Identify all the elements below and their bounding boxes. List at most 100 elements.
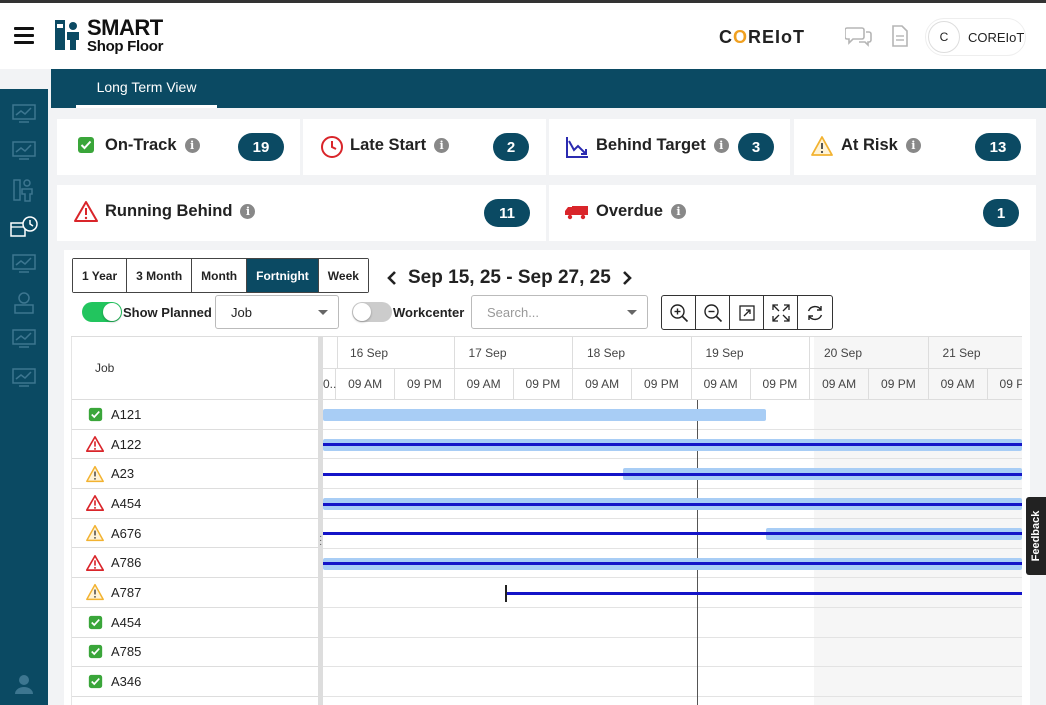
row-gridline [323, 606, 1022, 608]
actual-bar[interactable] [507, 591, 1022, 595]
sidebar-trends-icon[interactable] [11, 367, 37, 389]
user-menu[interactable]: C COREIoT [925, 18, 1026, 56]
range-fortnight[interactable]: Fortnight [247, 259, 319, 292]
info-icon[interactable]: i [670, 204, 686, 219]
status-card-overdue[interactable]: Overdue i 1 [549, 185, 1036, 241]
status-label: At Risk [841, 136, 898, 154]
app-header: SMART Shop Floor COREIoT C COREIoT [0, 3, 1046, 69]
table-row[interactable]: A786 [72, 548, 318, 579]
actual-bar[interactable] [323, 532, 1022, 536]
status-count: 3 [738, 133, 774, 161]
workcenter-label: Workcenter [393, 305, 465, 320]
info-icon[interactable]: i [434, 138, 450, 153]
sidebar-monitor-icon[interactable] [11, 140, 37, 162]
warning-outline-icon [811, 136, 833, 156]
planned-bar[interactable] [323, 409, 766, 421]
time-header: 09 PM [632, 369, 692, 400]
status-icon [86, 554, 104, 572]
gantt-panel: 1 Year 3 Month Month Fortnight Week Sep … [64, 250, 1030, 705]
menu-icon[interactable] [14, 27, 34, 45]
chevron-left-icon[interactable] [380, 270, 404, 286]
info-icon[interactable]: i [905, 138, 921, 153]
fit-icon[interactable] [730, 296, 764, 329]
info-icon[interactable]: i [240, 204, 256, 219]
workcenter-toggle[interactable] [352, 302, 392, 322]
actual-bar[interactable] [323, 502, 1022, 506]
time-header: 09 AM [928, 369, 988, 400]
table-row[interactable]: A346 [72, 667, 318, 697]
job-id: A454 [111, 614, 142, 630]
info-icon[interactable]: i [713, 138, 729, 153]
chat-icon[interactable] [845, 25, 873, 47]
row-gridline [323, 636, 1022, 638]
job-id: A23 [111, 466, 135, 482]
chevron-right-icon[interactable] [615, 270, 639, 286]
clock-icon [321, 136, 343, 158]
job-id: A121 [111, 406, 142, 422]
date-navigator: Sep 15, 25 - Sep 27, 25 [380, 267, 639, 289]
zoom-out-icon[interactable] [696, 296, 730, 329]
table-row[interactable]: A454 [72, 489, 318, 519]
warning-red-icon [86, 436, 104, 452]
actual-bar[interactable] [323, 472, 1022, 476]
job-id: A122 [111, 436, 142, 452]
job-list: Job A121 A122 A23 A454 A676 A786 A787 A454 A785 A… [71, 337, 318, 705]
status-count: 11 [484, 199, 530, 227]
range-week[interactable]: Week [318, 259, 368, 292]
sidebar-dashboard-icon[interactable] [11, 103, 37, 125]
refresh-icon[interactable] [798, 296, 832, 329]
table-row[interactable]: A785 [72, 638, 318, 668]
table-row[interactable]: A122 [72, 430, 318, 460]
table-row[interactable]: A121 [72, 400, 318, 430]
avatar: C [928, 21, 960, 53]
time-header: 09 PM [869, 369, 929, 400]
sidebar-operator-icon[interactable] [11, 290, 37, 316]
table-row[interactable]: A676 [72, 519, 318, 549]
sidebar-shopfloor-icon[interactable] [11, 177, 37, 203]
status-card-on-track[interactable]: On-Track i 19 [57, 119, 300, 175]
warning-outline-icon [86, 465, 104, 482]
search-input[interactable]: Search... [471, 295, 648, 329]
feedback-button[interactable]: Feedback [1026, 497, 1046, 575]
sidebar-schedule-icon[interactable] [9, 215, 39, 239]
status-card-late-start[interactable]: Late Start i 2 [303, 119, 546, 175]
check-square-icon [88, 615, 102, 629]
actual-bar[interactable] [323, 562, 1022, 565]
status-card-running-behind[interactable]: Running Behind i 11 [57, 185, 546, 241]
zoom-in-icon[interactable] [662, 296, 696, 329]
range-month[interactable]: Month [192, 259, 248, 292]
status-label: On-Track [105, 136, 177, 154]
time-header: 0.. [323, 369, 336, 400]
status-card-behind-target[interactable]: Behind Target i 3 [549, 119, 790, 175]
status-label: Behind Target [596, 136, 706, 154]
actual-bar[interactable] [323, 443, 1022, 447]
fullscreen-icon[interactable] [764, 296, 798, 329]
status-card-at-risk[interactable]: At Risk i 13 [794, 119, 1036, 175]
status-label: Late Start [350, 136, 427, 154]
sidebar-user-icon[interactable] [14, 673, 34, 695]
drag-handle-icon[interactable]: · · · [319, 532, 322, 550]
warning-red-icon [74, 201, 98, 222]
time-header: 09 PM [513, 369, 573, 400]
status-icon [86, 435, 104, 453]
day-header: 17 Sep [454, 337, 573, 369]
logo-title: SMART [87, 14, 163, 40]
document-icon[interactable] [891, 24, 909, 48]
info-icon[interactable]: i [184, 138, 200, 153]
table-row[interactable]: A787 [72, 578, 318, 608]
status-icon [86, 494, 104, 512]
sidebar-analytics-icon[interactable] [11, 253, 37, 275]
status-icon [86, 524, 104, 542]
table-row[interactable]: A454 [72, 608, 318, 638]
range-3-month[interactable]: 3 Month [127, 259, 193, 292]
status-count: 19 [238, 133, 284, 161]
sidebar-reports-icon[interactable] [11, 328, 37, 350]
app-logo[interactable]: SMART Shop Floor [53, 14, 163, 54]
show-planned-toggle[interactable] [82, 302, 122, 322]
range-1-year[interactable]: 1 Year [73, 259, 128, 292]
group-by-select[interactable]: Job [215, 295, 339, 329]
start-marker[interactable] [505, 585, 507, 603]
chevron-down-icon [318, 310, 328, 315]
table-row[interactable]: A23 [72, 459, 318, 490]
tab-long-term-view[interactable]: Long Term View [76, 69, 217, 108]
